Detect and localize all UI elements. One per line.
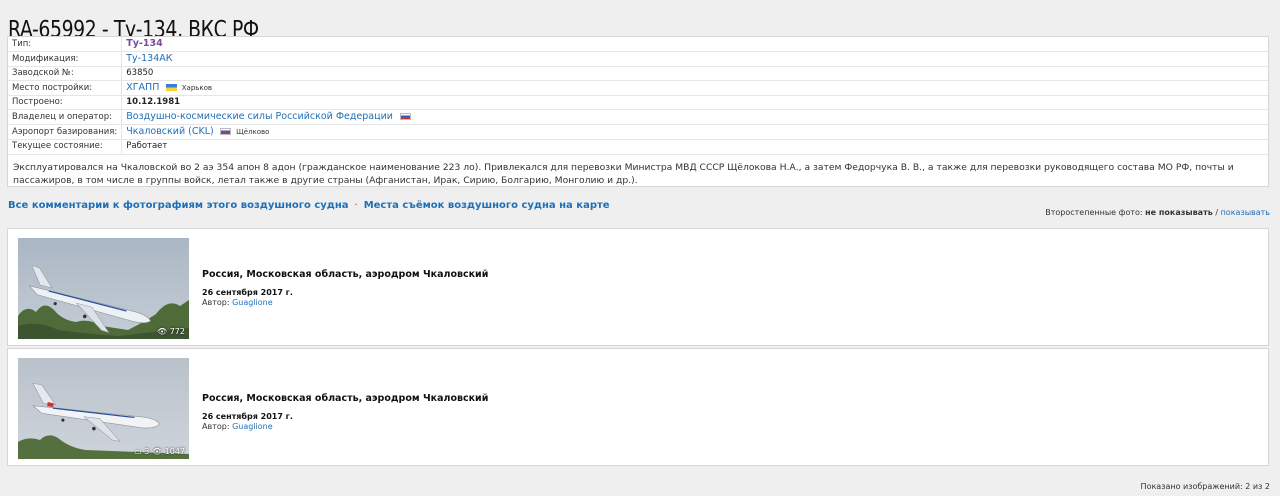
secondary-slash: / xyxy=(1215,208,1219,217)
status-label: Текущее состояние: xyxy=(8,139,123,155)
type-label: Тип: xyxy=(8,37,123,52)
secondary-photos-toggle: Второстепенные фото: не показывать / пок… xyxy=(1045,208,1270,217)
aircraft-info-table: Тип: Ту-134 Модификация: Ту-134АК Заводс… xyxy=(8,37,1268,155)
aircraft-photo-image xyxy=(18,358,189,459)
owner-link[interactable]: Воздушно-космические силы Российской Фед… xyxy=(126,111,393,122)
secondary-hide-option[interactable]: не показывать xyxy=(1145,208,1213,217)
info-row-airport: Аэропорт базирования: Чкаловский (CKL) Щ… xyxy=(8,124,1268,141)
author-link[interactable]: Guaglione xyxy=(232,298,273,307)
info-row-built: Построено: 10.12.1981 xyxy=(8,95,1268,111)
flag-ru-icon xyxy=(220,128,232,136)
links-separator: · xyxy=(354,200,358,211)
photo-stats: ▭ 3 👁 1047 xyxy=(134,447,185,456)
photo-thumbnail[interactable]: ▭ 3 👁 1047 xyxy=(18,358,189,459)
eye-icon: 👁 xyxy=(157,327,168,336)
aircraft-links: Все комментарии к фотографиям этого возд… xyxy=(8,200,610,211)
photo-stats: 👁 772 xyxy=(157,327,185,336)
aircraft-photo-image xyxy=(18,238,189,339)
photo-card: 👁 772 Россия, Московская область, аэродр… xyxy=(7,228,1269,346)
built-label: Построено: xyxy=(8,95,123,111)
photo-place: Россия, Московская область, аэродром Чка… xyxy=(202,393,489,404)
comment-icon: ▭ xyxy=(134,447,142,456)
eye-icon: 👁 xyxy=(151,447,163,456)
aircraft-remarks: Эксплуатировался на Чкаловской во 2 аэ 3… xyxy=(13,161,1234,186)
photo-date: 26 сентября 2017 г. xyxy=(202,412,293,421)
author-label: Автор: xyxy=(202,298,230,307)
photo-map-link[interactable]: Места съёмок воздушного судна на карте xyxy=(364,200,610,211)
photo-thumbnail[interactable]: 👁 772 xyxy=(18,238,189,339)
status-value: Работает xyxy=(121,139,1268,155)
modification-label: Модификация: xyxy=(8,51,123,67)
aircraft-info-panel: Тип: Ту-134 Модификация: Ту-134АК Заводс… xyxy=(7,36,1269,187)
photo-date: 26 сентября 2017 г. xyxy=(202,288,293,297)
comments-count: 3 xyxy=(144,447,150,456)
info-row-type: Тип: Ту-134 xyxy=(8,37,1268,52)
photo-card: ▭ 3 👁 1047 Россия, Московская область, а… xyxy=(7,348,1269,466)
built-place-label: Место постройки: xyxy=(8,80,123,97)
serial-value: 63850 xyxy=(121,66,1268,82)
images-count: Показано изображений: 2 из 2 xyxy=(1140,482,1270,491)
author-label: Автор: xyxy=(202,422,230,431)
type-link[interactable]: Ту-134 xyxy=(126,38,162,49)
all-comments-link[interactable]: Все комментарии к фотографиям этого возд… xyxy=(8,200,349,211)
modification-link[interactable]: Ту-134АК xyxy=(126,53,172,64)
photo-author: Автор: Guaglione xyxy=(202,298,273,307)
airport-city: Щёлково xyxy=(236,128,270,137)
info-row-modification: Модификация: Ту-134АК xyxy=(8,51,1268,67)
flag-ru-icon xyxy=(399,113,411,121)
info-row-serial: Заводской №: 63850 xyxy=(8,66,1268,82)
views-count: 1047 xyxy=(164,447,185,456)
secondary-show-link[interactable]: показывать xyxy=(1221,208,1270,217)
airport-link[interactable]: Чкаловский (CKL) xyxy=(126,126,213,137)
built-place-city: Харьков xyxy=(181,84,213,93)
views-count: 772 xyxy=(169,327,185,336)
secondary-photos-label: Второстепенные фото: xyxy=(1045,208,1143,217)
author-link[interactable]: Guaglione xyxy=(232,422,273,431)
photo-author: Автор: Guaglione xyxy=(202,422,273,431)
info-row-owner: Владелец и оператор: Воздушно-космически… xyxy=(8,109,1268,126)
built-place-link[interactable]: ХГАПП xyxy=(126,82,159,93)
info-row-status: Текущее состояние: Работает xyxy=(8,139,1268,155)
airport-label: Аэропорт базирования: xyxy=(8,124,123,141)
photo-place: Россия, Московская область, аэродром Чка… xyxy=(202,269,489,280)
owner-label: Владелец и оператор: xyxy=(8,109,123,126)
info-row-built-place: Место постройки: ХГАПП Харьков xyxy=(8,80,1268,97)
serial-label: Заводской №: xyxy=(8,66,123,82)
built-date: 10.12.1981 xyxy=(121,95,1268,111)
flag-ua-icon xyxy=(166,84,178,92)
